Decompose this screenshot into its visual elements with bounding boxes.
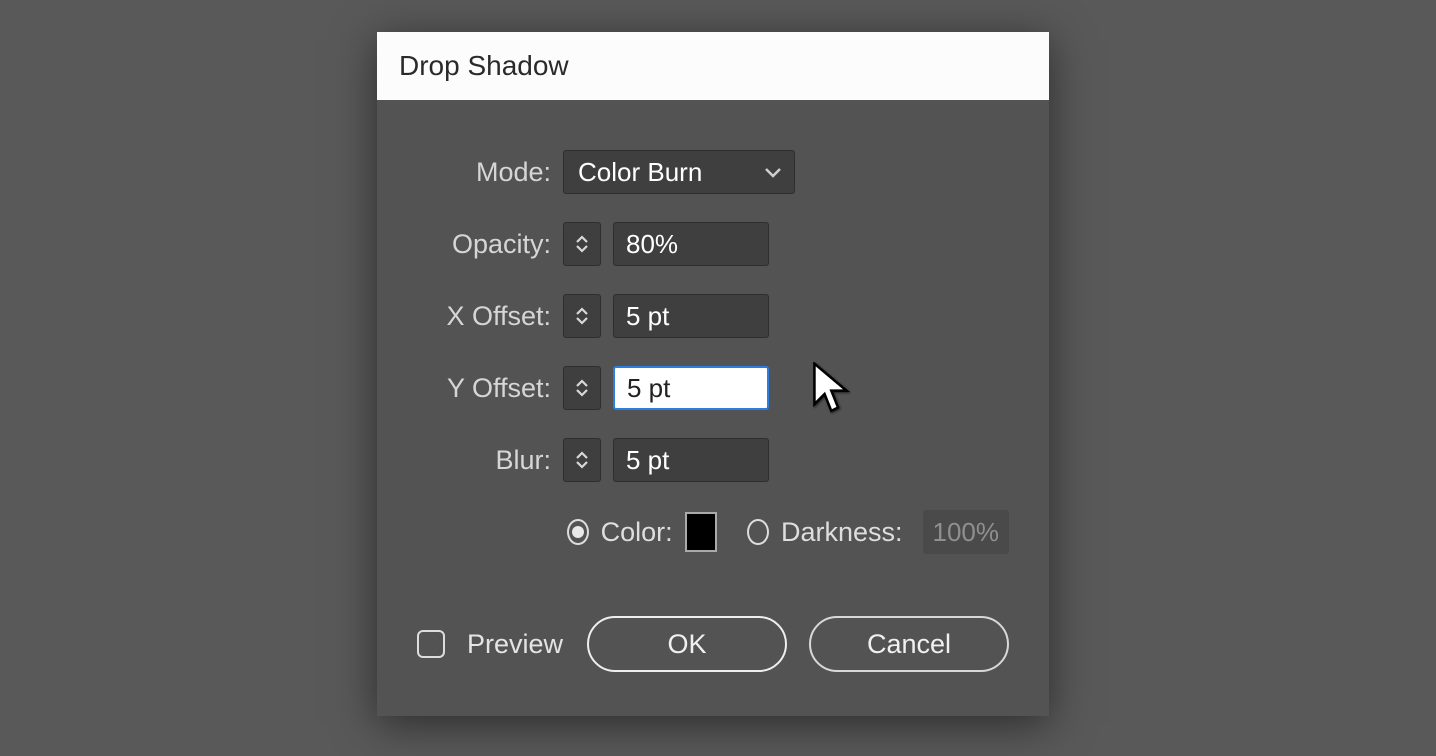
mode-dropdown[interactable]: Color Burn — [563, 150, 795, 194]
yoffset-stepper[interactable] — [563, 366, 601, 410]
darkness-radio-label: Darkness: — [781, 517, 903, 548]
mode-label: Mode: — [417, 157, 551, 188]
darkness-radio[interactable] — [747, 519, 769, 545]
mode-value: Color Burn — [578, 157, 702, 188]
opacity-row: Opacity: 80% — [417, 222, 1009, 266]
opacity-field[interactable]: 80% — [613, 222, 769, 266]
stepper-up-icon — [575, 379, 589, 388]
blur-stepper[interactable] — [563, 438, 601, 482]
color-radio[interactable] — [567, 519, 589, 545]
blur-label: Blur: — [417, 445, 551, 476]
blur-field[interactable]: 5 pt — [613, 438, 769, 482]
xoffset-row: X Offset: 5 pt — [417, 294, 1009, 338]
color-darkness-group: Color: Darkness: 100% — [567, 510, 1009, 554]
opacity-label: Opacity: — [417, 229, 551, 260]
stepper-up-icon — [575, 451, 589, 460]
stepper-down-icon — [575, 244, 589, 253]
yoffset-field[interactable]: 5 pt — [613, 366, 769, 410]
stepper-down-icon — [575, 388, 589, 397]
xoffset-stepper[interactable] — [563, 294, 601, 338]
ok-button[interactable]: OK — [587, 616, 787, 672]
blur-row: Blur: 5 pt — [417, 438, 1009, 482]
xoffset-label: X Offset: — [417, 301, 551, 332]
preview-checkbox[interactable] — [417, 630, 445, 658]
drop-shadow-dialog: Drop Shadow Mode: Color Burn Opacity: 80… — [377, 32, 1049, 716]
opacity-stepper[interactable] — [563, 222, 601, 266]
xoffset-field[interactable]: 5 pt — [613, 294, 769, 338]
chevron-down-icon — [764, 166, 782, 178]
cancel-button[interactable]: Cancel — [809, 616, 1009, 672]
color-swatch[interactable] — [685, 512, 718, 552]
dialog-footer: Preview OK Cancel — [417, 616, 1009, 672]
yoffset-row: Y Offset: 5 pt — [417, 366, 1009, 410]
preview-label: Preview — [467, 629, 563, 660]
dialog-title: Drop Shadow — [377, 32, 1049, 100]
stepper-up-icon — [575, 307, 589, 316]
yoffset-label: Y Offset: — [417, 373, 551, 404]
stepper-down-icon — [575, 316, 589, 325]
mode-row: Mode: Color Burn — [417, 150, 1009, 194]
stepper-up-icon — [575, 235, 589, 244]
color-radio-label: Color: — [601, 517, 673, 548]
stepper-down-icon — [575, 460, 589, 469]
darkness-field[interactable]: 100% — [923, 510, 1010, 554]
dialog-body: Mode: Color Burn Opacity: 80% X Offset: … — [377, 100, 1049, 716]
